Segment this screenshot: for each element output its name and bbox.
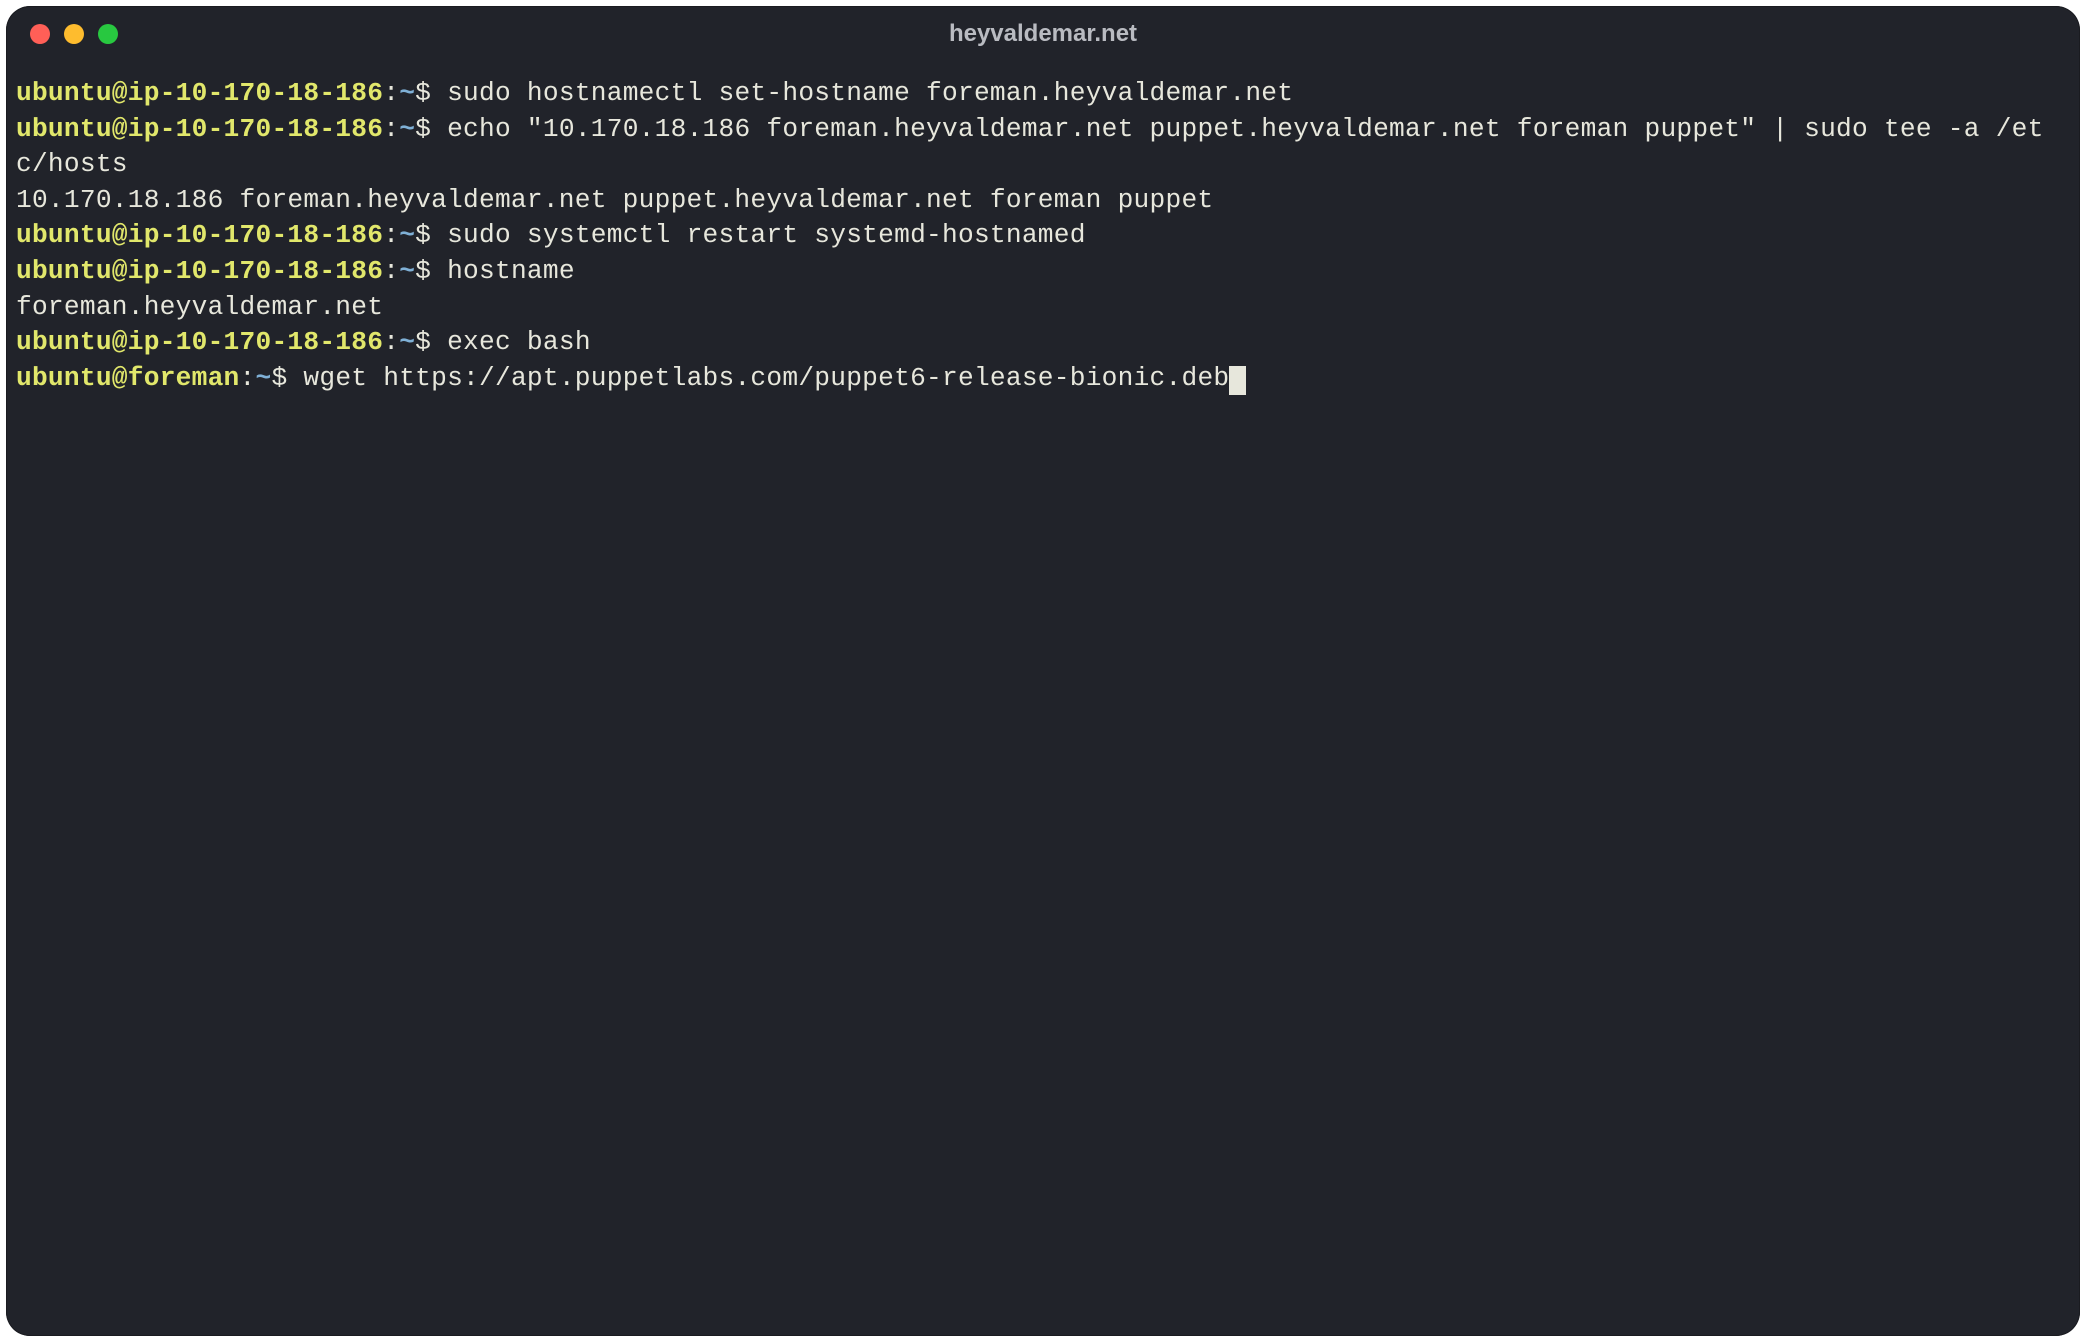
prompt-dollar: $: [415, 220, 447, 250]
prompt-host: ip-10-170-18-186: [128, 114, 383, 144]
terminal-line-prompt: ubuntu@ip-10-170-18-186:~$ hostname: [16, 254, 2072, 290]
command-text: exec bash: [447, 327, 591, 357]
prompt-user: ubuntu: [16, 220, 112, 250]
output-text: foreman.heyvaldemar.net: [16, 292, 383, 322]
command-text: hostname: [447, 256, 575, 286]
prompt-path: ~: [399, 256, 415, 286]
prompt-user: ubuntu: [16, 327, 112, 357]
prompt-at: @: [112, 327, 128, 357]
prompt-user: ubuntu: [16, 114, 112, 144]
terminal-line-output: foreman.heyvaldemar.net: [16, 290, 2072, 326]
window-title: heyvaldemar.net: [6, 20, 2080, 48]
terminal-line-prompt: ubuntu@ip-10-170-18-186:~$ exec bash: [16, 325, 2072, 361]
terminal-window: heyvaldemar.net ubuntu@ip-10-170-18-186:…: [6, 6, 2080, 1336]
prompt-host: ip-10-170-18-186: [128, 327, 383, 357]
minimize-window-button[interactable]: [64, 24, 84, 44]
prompt-dollar: $: [415, 256, 447, 286]
prompt-path: ~: [399, 220, 415, 250]
prompt-dollar: $: [415, 114, 447, 144]
text-cursor: [1229, 366, 1245, 395]
command-text: wget https://apt.puppetlabs.com/puppet6-…: [303, 363, 1229, 393]
terminal-line-prompt: ubuntu@ip-10-170-18-186:~$ echo "10.170.…: [16, 112, 2072, 183]
prompt-colon: :: [383, 256, 399, 286]
prompt-colon: :: [383, 78, 399, 108]
prompt-at: @: [112, 114, 128, 144]
prompt-at: @: [112, 363, 128, 393]
terminal-line-output: 10.170.18.186 foreman.heyvaldemar.net pu…: [16, 183, 2072, 219]
prompt-path: ~: [399, 78, 415, 108]
window-titlebar: heyvaldemar.net: [6, 6, 2080, 62]
prompt-dollar: $: [271, 363, 303, 393]
prompt-colon: :: [383, 220, 399, 250]
output-text: 10.170.18.186 foreman.heyvaldemar.net pu…: [16, 185, 1213, 215]
prompt-at: @: [112, 220, 128, 250]
command-text: sudo systemctl restart systemd-hostnamed: [447, 220, 1086, 250]
zoom-window-button[interactable]: [98, 24, 118, 44]
prompt-path: ~: [399, 327, 415, 357]
terminal-line-prompt: ubuntu@ip-10-170-18-186:~$ sudo hostname…: [16, 76, 2072, 112]
command-text: sudo hostnamectl set-hostname foreman.he…: [447, 78, 1293, 108]
terminal-output-area[interactable]: ubuntu@ip-10-170-18-186:~$ sudo hostname…: [6, 62, 2080, 404]
prompt-host: ip-10-170-18-186: [128, 256, 383, 286]
prompt-colon: :: [240, 363, 256, 393]
traffic-lights: [30, 24, 118, 44]
prompt-user: ubuntu: [16, 256, 112, 286]
prompt-path: ~: [256, 363, 272, 393]
prompt-dollar: $: [415, 327, 447, 357]
prompt-colon: :: [383, 327, 399, 357]
prompt-at: @: [112, 78, 128, 108]
prompt-user: ubuntu: [16, 78, 112, 108]
prompt-host: ip-10-170-18-186: [128, 220, 383, 250]
terminal-line-prompt: ubuntu@ip-10-170-18-186:~$ sudo systemct…: [16, 218, 2072, 254]
close-window-button[interactable]: [30, 24, 50, 44]
prompt-path: ~: [399, 114, 415, 144]
prompt-colon: :: [383, 114, 399, 144]
prompt-at: @: [112, 256, 128, 286]
prompt-dollar: $: [415, 78, 447, 108]
prompt-user: ubuntu: [16, 363, 112, 393]
terminal-line-prompt: ubuntu@foreman:~$ wget https://apt.puppe…: [16, 361, 2072, 397]
prompt-host: foreman: [128, 363, 240, 393]
prompt-host: ip-10-170-18-186: [128, 78, 383, 108]
